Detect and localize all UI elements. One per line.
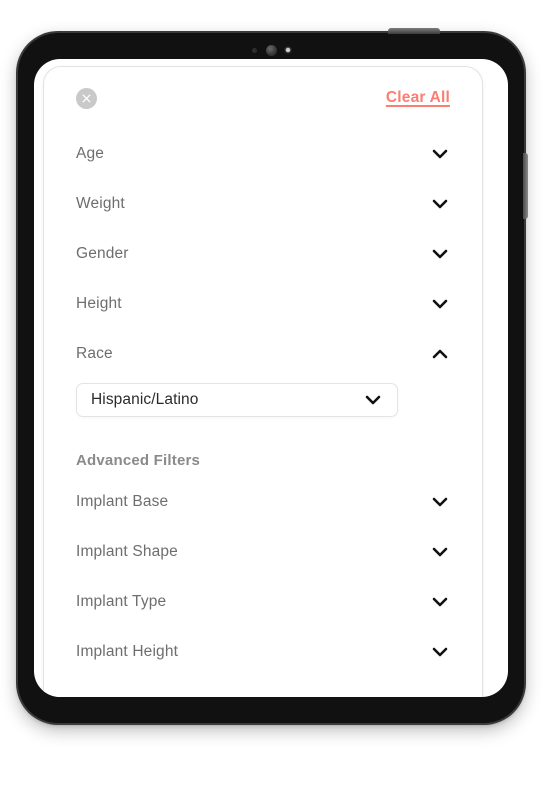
filter-row-implant-height[interactable]: Implant Height	[76, 627, 450, 677]
filter-panel-header: Clear All	[44, 67, 482, 129]
chevron-down-icon[interactable]	[430, 294, 450, 314]
filter-row-age[interactable]: Age	[76, 129, 450, 179]
chevron-down-icon[interactable]	[430, 592, 450, 612]
ambient-light-sensor-icon	[286, 48, 290, 52]
front-camera-icon	[266, 44, 277, 56]
filter-label: Implant Base	[76, 493, 169, 510]
clear-all-button[interactable]: Clear All	[386, 89, 450, 107]
chevron-down-icon[interactable]	[430, 244, 450, 264]
filter-label: Implant Shape	[76, 543, 178, 560]
filter-panel-card: Clear All Age Weight Gender Height Race …	[43, 66, 483, 697]
race-select-value: Hispanic/Latino	[91, 391, 199, 408]
filter-row-race[interactable]: Race	[76, 329, 450, 379]
tablet-screen: Clear All Age Weight Gender Height Race …	[34, 59, 508, 697]
filter-label: Height	[76, 295, 122, 312]
filter-row-implant-type[interactable]: Implant Type	[76, 577, 450, 627]
chevron-down-icon[interactable]	[430, 194, 450, 214]
power-button[interactable]	[523, 153, 528, 219]
chevron-down-icon[interactable]	[430, 492, 450, 512]
advanced-filter-list: Implant Base Implant Shape Implant Type …	[44, 477, 482, 677]
volume-button[interactable]	[388, 28, 440, 34]
filter-row-height[interactable]: Height	[76, 279, 450, 329]
filter-label: Gender	[76, 245, 129, 262]
chevron-down-icon[interactable]	[430, 144, 450, 164]
filter-row-gender[interactable]: Gender	[76, 229, 450, 279]
advanced-filters-heading: Advanced Filters	[76, 451, 201, 469]
race-select[interactable]: Hispanic/Latino	[76, 383, 398, 417]
filter-row-weight[interactable]: Weight	[76, 179, 450, 229]
filter-label: Weight	[76, 195, 125, 212]
chevron-up-icon[interactable]	[430, 344, 450, 364]
advanced-filters-section: Advanced Filters Implant Base Implant Sh…	[44, 417, 482, 677]
filter-label: Implant Type	[76, 593, 167, 610]
filter-label: Age	[76, 145, 105, 162]
primary-filter-list: Age Weight Gender Height Race	[44, 129, 482, 379]
filter-label: Race	[76, 345, 113, 362]
race-filter-panel: Hispanic/Latino	[44, 379, 482, 417]
chevron-down-icon[interactable]	[430, 642, 450, 662]
proximity-sensor-icon	[252, 47, 257, 53]
close-button[interactable]	[76, 87, 97, 109]
chevron-down-icon[interactable]	[363, 390, 383, 410]
chevron-down-icon[interactable]	[430, 542, 450, 562]
filter-row-implant-shape[interactable]: Implant Shape	[76, 527, 450, 577]
close-x-icon	[82, 94, 91, 102]
filter-row-implant-base[interactable]: Implant Base	[76, 477, 450, 527]
tablet-device-frame: Clear All Age Weight Gender Height Race …	[14, 28, 528, 727]
filter-label: Implant Height	[76, 643, 179, 660]
sensor-cluster	[18, 43, 524, 57]
